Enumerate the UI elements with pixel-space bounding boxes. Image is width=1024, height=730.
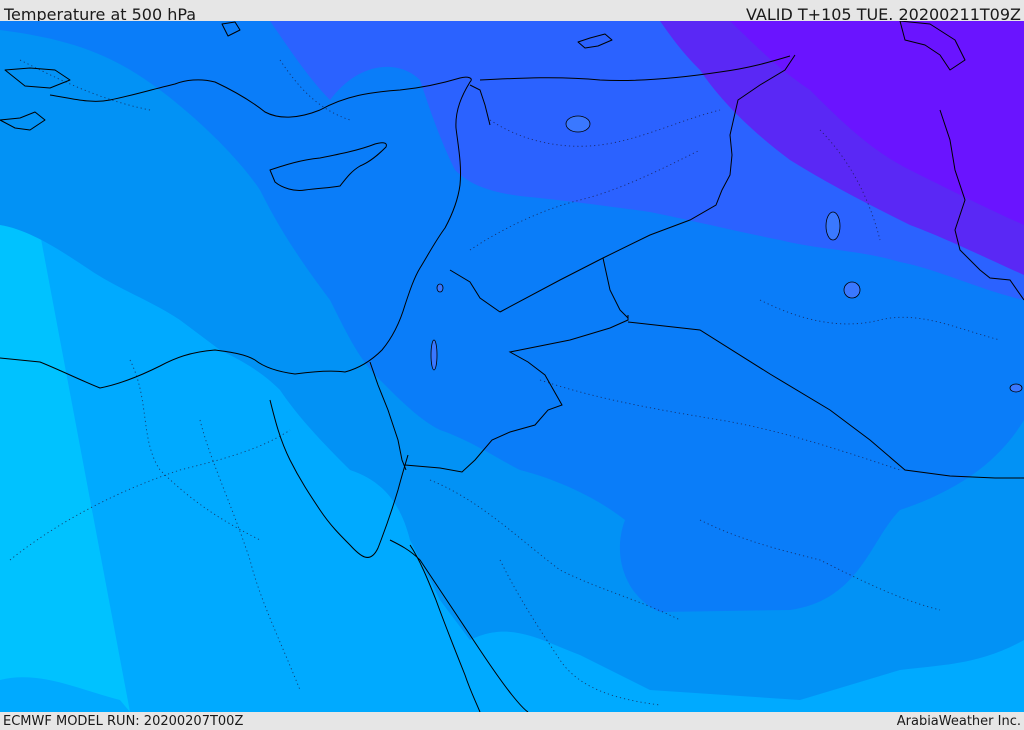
map-title: Temperature at 500 hPa xyxy=(4,5,197,21)
map-canvas xyxy=(0,21,1024,712)
temperature-bands xyxy=(0,21,1024,712)
credit-label: ArabiaWeather Inc. xyxy=(896,714,1021,729)
model-run-label: ECMWF MODEL RUN: 20200207T00Z xyxy=(3,714,244,729)
map-header: Temperature at 500 hPa VALID T+105 TUE. … xyxy=(0,0,1024,21)
map-footer: ECMWF MODEL RUN: 20200207T00Z ArabiaWeat… xyxy=(0,712,1024,729)
temperature-map[interactable] xyxy=(0,21,1024,712)
valid-time: VALID T+105 TUE. 20200211T09Z xyxy=(745,5,1021,21)
